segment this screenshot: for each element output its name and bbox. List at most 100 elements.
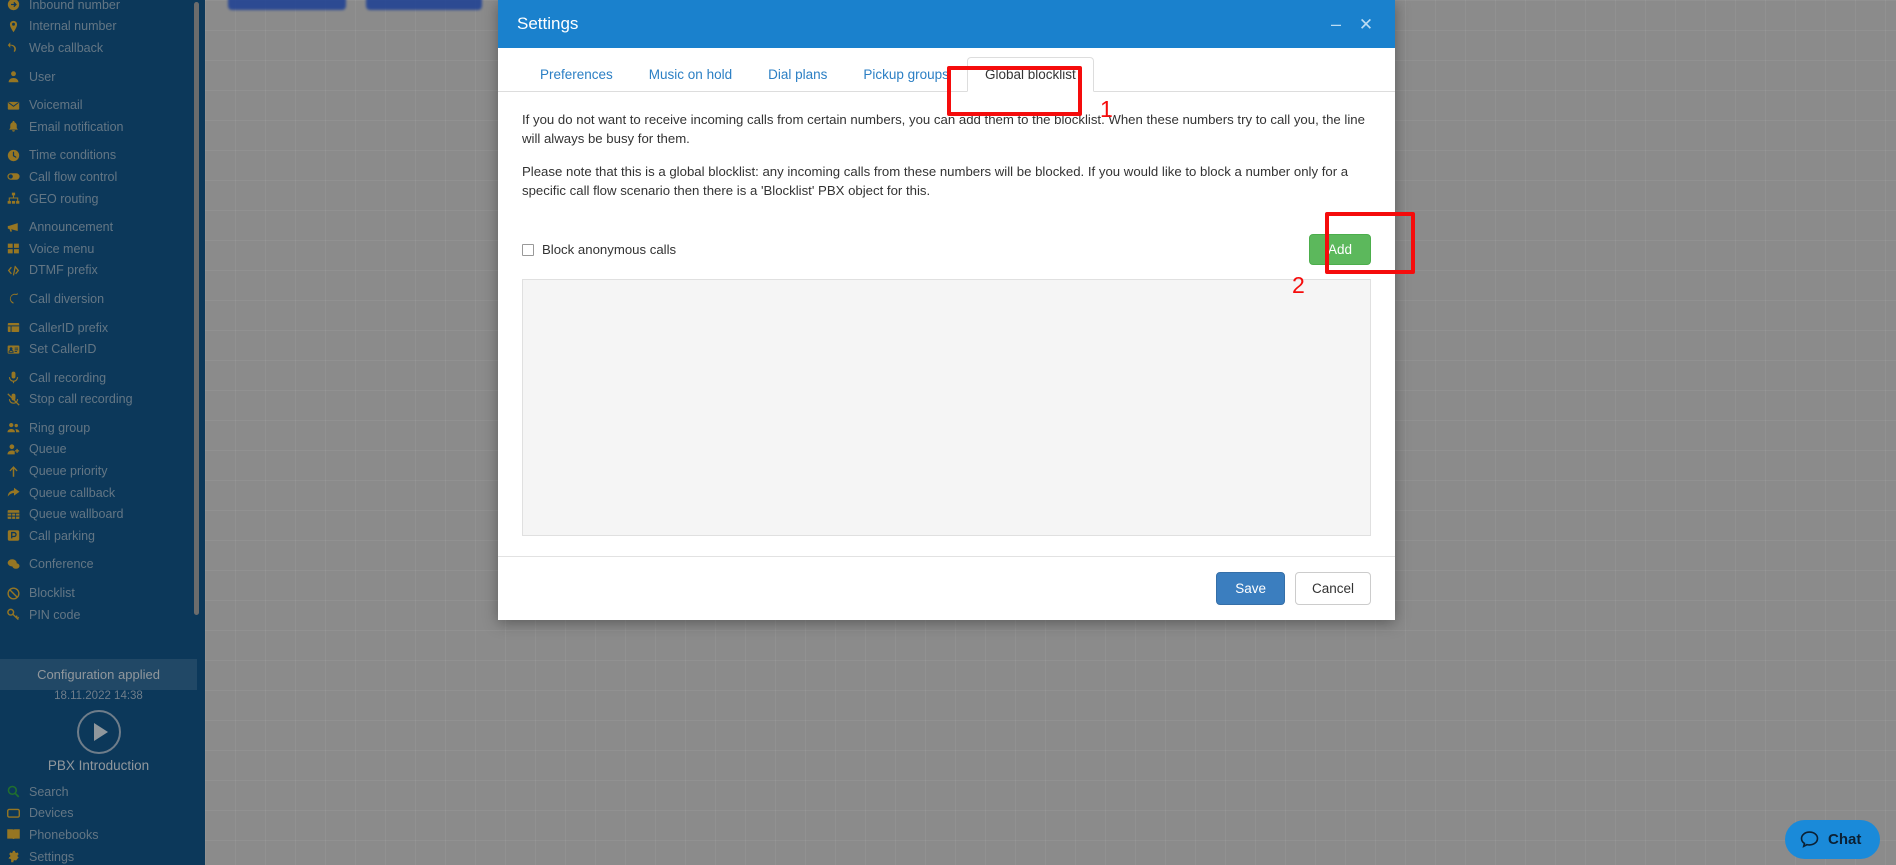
sidebar-item-queue-priority[interactable]: Queue priority bbox=[0, 460, 205, 482]
sidebar-item-conference[interactable]: Conference bbox=[0, 554, 205, 576]
intro-video-button[interactable] bbox=[0, 710, 197, 754]
sidebar-item-set-callerid[interactable]: Set CallerID bbox=[0, 338, 205, 360]
chat-bubble-icon bbox=[1800, 830, 1819, 849]
screen: Inbound numberInternal numberWeb callbac… bbox=[0, 0, 1896, 865]
refresh-icon bbox=[5, 292, 22, 305]
sidebar-item-search[interactable]: Search bbox=[0, 781, 205, 803]
sidebar-item-stop-call-recording[interactable]: Stop call recording bbox=[0, 389, 205, 411]
code-icon bbox=[5, 264, 22, 277]
sidebar-item-time-conditions[interactable]: Time conditions bbox=[0, 145, 205, 167]
sidebar-item-callerid-prefix[interactable]: CallerID prefix bbox=[0, 317, 205, 339]
envelope-icon bbox=[5, 99, 22, 112]
sidebar-group-separator bbox=[0, 575, 205, 582]
sidebar-item-label: CallerID prefix bbox=[29, 321, 108, 335]
microphone-slash-icon bbox=[5, 393, 22, 406]
sidebar-group-separator bbox=[0, 138, 205, 145]
minimize-button[interactable]: – bbox=[1321, 15, 1351, 33]
sidebar-item-label: Conference bbox=[29, 557, 94, 571]
sidebar-item-email-notification[interactable]: Email notification bbox=[0, 116, 205, 138]
background-button-1 bbox=[228, 0, 346, 10]
user-icon bbox=[5, 70, 22, 83]
sidebar-item-announcement[interactable]: Announcement bbox=[0, 216, 205, 238]
tab-pickup-groups[interactable]: Pickup groups bbox=[845, 57, 967, 92]
sidebar-item-label: Queue callback bbox=[29, 486, 115, 500]
sidebar-item-label: PIN code bbox=[29, 608, 80, 622]
sidebar-item-label: Voice menu bbox=[29, 242, 94, 256]
dialog-title: Settings bbox=[517, 14, 1321, 34]
sidebar-bottom-nav: Search Devices Phonebooks Settings bbox=[0, 781, 205, 865]
ban-icon bbox=[5, 587, 22, 600]
sidebar-item-queue[interactable]: Queue bbox=[0, 439, 205, 461]
undo-arrow-icon bbox=[5, 41, 22, 54]
tab-global-blocklist[interactable]: Global blocklist bbox=[967, 57, 1094, 92]
chat-widget[interactable]: Chat bbox=[1785, 820, 1880, 859]
sidebar-item-settings[interactable]: Settings bbox=[0, 846, 205, 865]
sidebar-item-label: Call parking bbox=[29, 529, 95, 543]
block-anonymous-calls-checkbox[interactable] bbox=[522, 244, 534, 256]
save-button[interactable]: Save bbox=[1216, 572, 1285, 605]
sidebar-scrollbar[interactable] bbox=[194, 2, 199, 615]
close-icon[interactable]: ✕ bbox=[1351, 16, 1381, 33]
tab-music-on-hold[interactable]: Music on hold bbox=[631, 57, 750, 92]
sidebar-item-ring-group[interactable]: Ring group bbox=[0, 417, 205, 439]
user-plus-icon bbox=[5, 443, 22, 456]
comments-icon bbox=[5, 558, 22, 571]
tab-preferences[interactable]: Preferences bbox=[522, 57, 631, 92]
annotation-number-2: 2 bbox=[1292, 272, 1305, 299]
sidebar-group-separator bbox=[0, 209, 205, 216]
sidebar-item-dtmf-prefix[interactable]: DTMF prefix bbox=[0, 260, 205, 282]
sidebar-item-queue-callback[interactable]: Queue callback bbox=[0, 482, 205, 504]
sidebar-item-user[interactable]: User bbox=[0, 66, 205, 88]
sidebar-item-inbound-number[interactable]: Inbound number bbox=[0, 0, 205, 16]
annotation-number-1: 1 bbox=[1100, 96, 1113, 123]
intro-label: PBX Introduction bbox=[0, 758, 197, 773]
arrow-up-icon bbox=[5, 465, 22, 478]
sidebar-item-call-parking[interactable]: Call parking bbox=[0, 525, 205, 547]
sidebar-item-call-diversion[interactable]: Call diversion bbox=[0, 288, 205, 310]
sidebar-item-label: Call flow control bbox=[29, 170, 117, 184]
block-anonymous-calls-row[interactable]: Block anonymous calls bbox=[522, 242, 676, 257]
sidebar-group-separator bbox=[0, 547, 205, 554]
sidebar-item-label: Search bbox=[29, 785, 69, 799]
dialog-tabs: PreferencesMusic on holdDial plansPickup… bbox=[498, 48, 1395, 92]
sidebar-item-label: Stop call recording bbox=[29, 392, 133, 406]
sidebar-item-voicemail[interactable]: Voicemail bbox=[0, 94, 205, 116]
sidebar-item-internal-number[interactable]: Internal number bbox=[0, 16, 205, 38]
sidebar-item-voice-menu[interactable]: Voice menu bbox=[0, 238, 205, 260]
table-icon bbox=[5, 508, 22, 521]
sidebar-item-label: Queue bbox=[29, 442, 67, 456]
sidebar-item-geo-routing[interactable]: GEO routing bbox=[0, 188, 205, 210]
sidebar-item-queue-wallboard[interactable]: Queue wallboard bbox=[0, 503, 205, 525]
chat-label: Chat bbox=[1828, 831, 1861, 848]
sidebar-item-call-flow-control[interactable]: Call flow control bbox=[0, 166, 205, 188]
sidebar: Inbound numberInternal numberWeb callbac… bbox=[0, 0, 205, 865]
configuration-status-badge: Configuration applied bbox=[0, 659, 197, 690]
add-button[interactable]: Add bbox=[1309, 234, 1371, 265]
sidebar-group-separator bbox=[0, 310, 205, 317]
settings-dialog: Settings – ✕ PreferencesMusic on holdDia… bbox=[498, 0, 1395, 620]
sidebar-item-pin-code[interactable]: PIN code bbox=[0, 604, 205, 626]
bell-icon bbox=[5, 120, 22, 133]
sidebar-item-devices[interactable]: Devices bbox=[0, 803, 205, 825]
users-icon bbox=[5, 421, 22, 434]
arrow-right-circle-icon bbox=[5, 0, 22, 11]
sidebar-item-phonebooks[interactable]: Phonebooks bbox=[0, 824, 205, 846]
sidebar-item-label: Blocklist bbox=[29, 586, 75, 600]
cancel-button[interactable]: Cancel bbox=[1295, 572, 1371, 605]
sidebar-group-separator bbox=[0, 410, 205, 417]
sidebar-group-separator bbox=[0, 281, 205, 288]
sidebar-item-web-callback[interactable]: Web callback bbox=[0, 37, 205, 59]
book-icon bbox=[5, 828, 22, 841]
list-icon bbox=[5, 321, 22, 334]
grid-icon bbox=[5, 242, 22, 255]
key-icon bbox=[5, 608, 22, 621]
blocklist-description-1: If you do not want to receive incoming c… bbox=[522, 111, 1370, 148]
sidebar-item-call-recording[interactable]: Call recording bbox=[0, 367, 205, 389]
sidebar-item-blocklist[interactable]: Blocklist bbox=[0, 582, 205, 604]
tab-dial-plans[interactable]: Dial plans bbox=[750, 57, 845, 92]
sidebar-group-separator bbox=[0, 360, 205, 367]
sidebar-item-label: GEO routing bbox=[29, 192, 98, 206]
sidebar-item-label: Phonebooks bbox=[29, 828, 99, 842]
microphone-icon bbox=[5, 371, 22, 384]
controls-row: Block anonymous calls Add bbox=[522, 227, 1371, 273]
